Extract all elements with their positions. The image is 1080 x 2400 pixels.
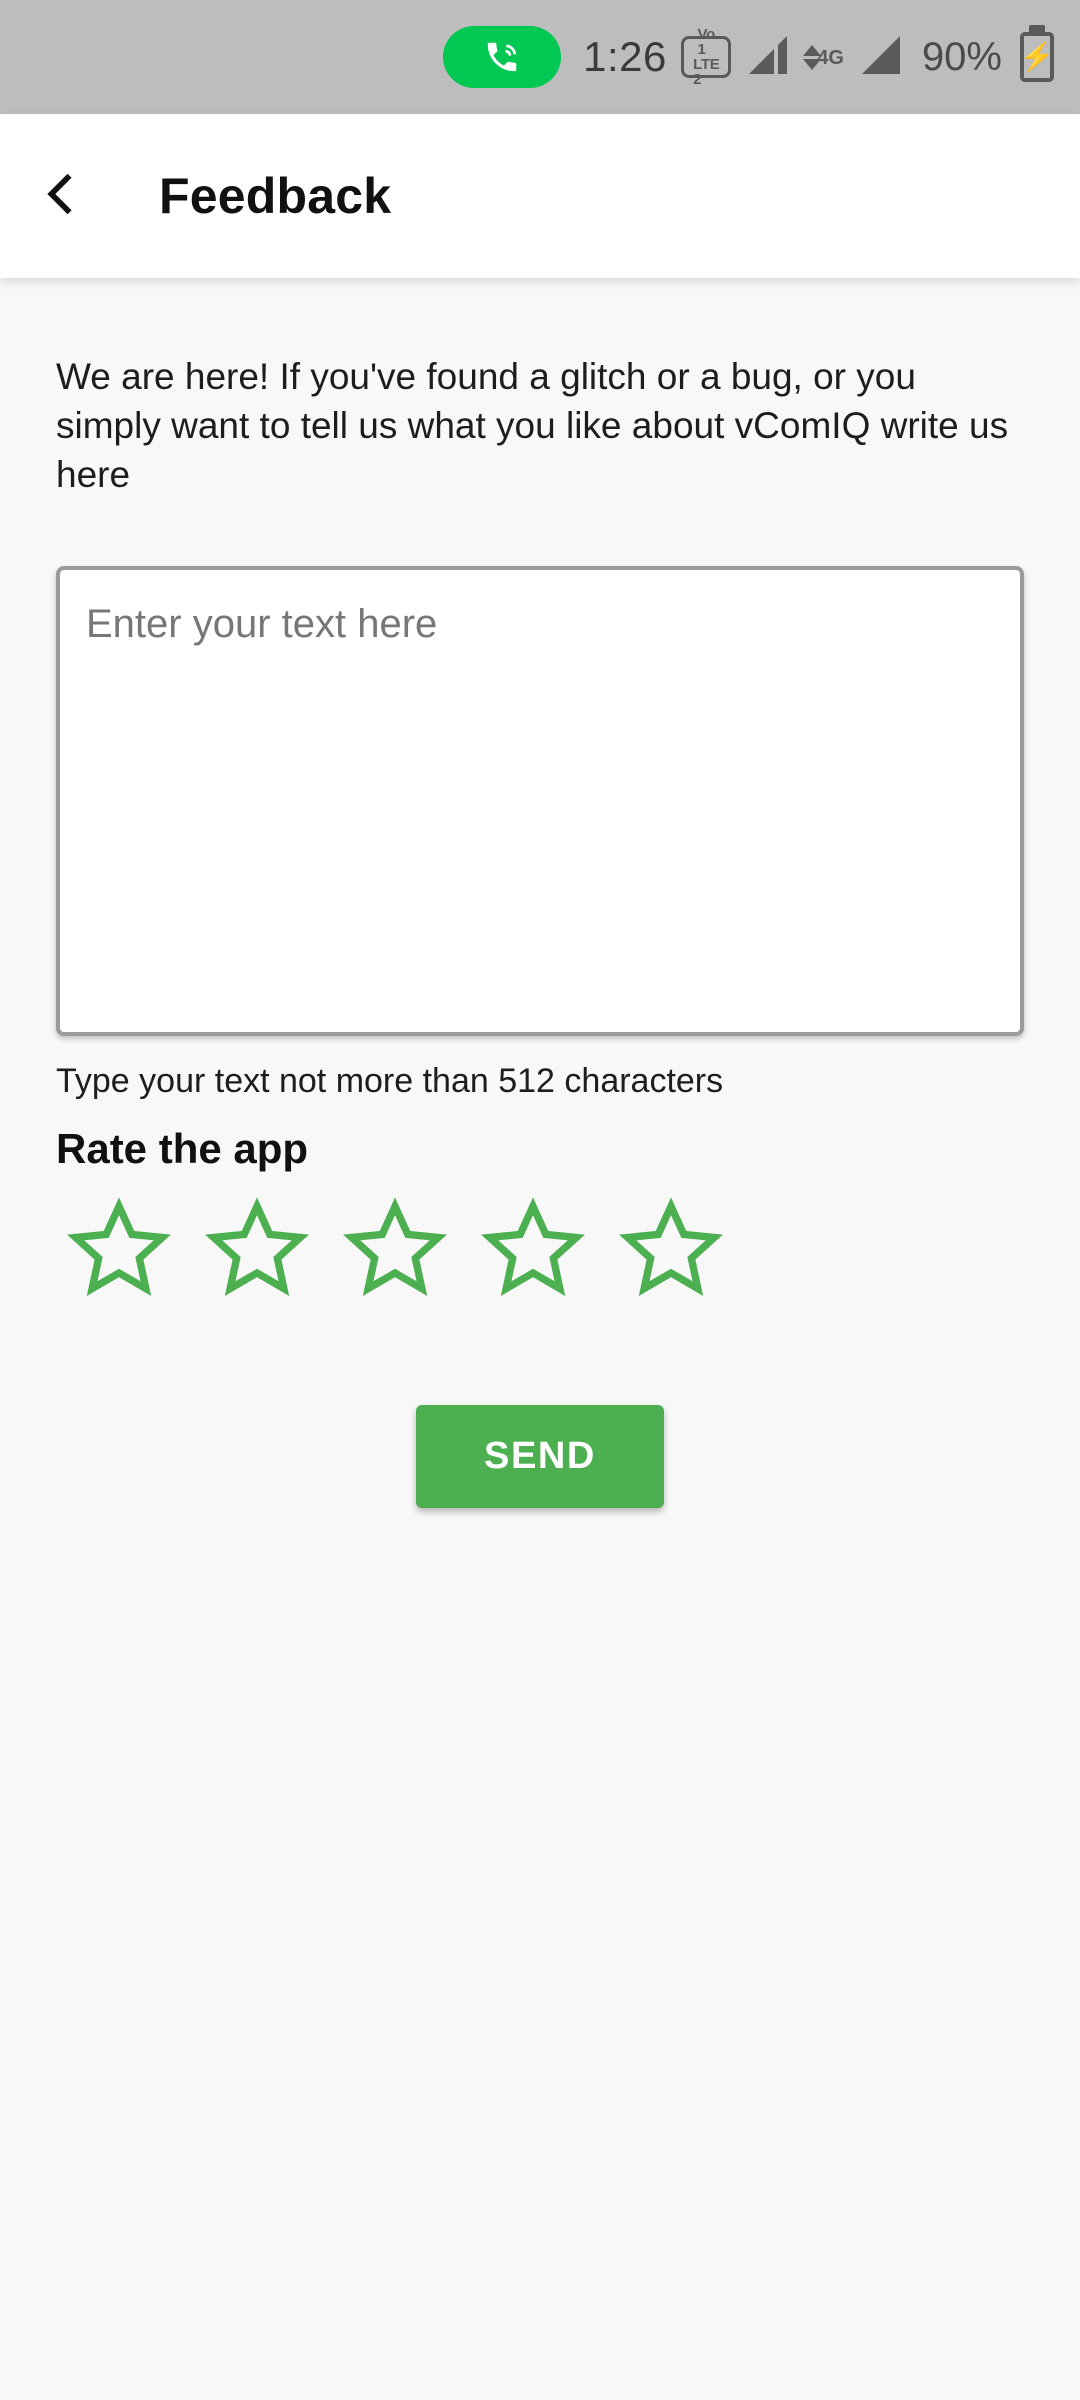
- feedback-input-container[interactable]: [56, 565, 1024, 1036]
- status-bar-icons: Vo 1 LTE 2 4G 90% ⚡: [681, 0, 1054, 114]
- rating-stars[interactable]: [52, 1191, 1024, 1309]
- character-limit-hint: Type your text not more than 512 charact…: [56, 1061, 724, 1100]
- star-outline-icon: [617, 1195, 725, 1304]
- rate-the-app-heading: Rate the app: [56, 1124, 309, 1172]
- back-button[interactable]: [0, 114, 120, 278]
- battery-percent-label: 90%: [921, 34, 1002, 79]
- feedback-screen: 1:26 Vo 1 LTE 2 4G 90% ⚡ Feedback We are…: [0, 0, 1080, 2400]
- star-outline-icon: [203, 1195, 311, 1304]
- network-type-label: 4G: [817, 46, 844, 69]
- feedback-input[interactable]: [86, 597, 994, 1004]
- rating-star-5[interactable]: [604, 1191, 738, 1309]
- main-content: We are here! If you've found a glitch or…: [0, 278, 1080, 1508]
- intro-text: We are here! If you've found a glitch or…: [56, 356, 1009, 496]
- status-bar-clock: 1:26: [583, 33, 667, 80]
- page-title: Feedback: [159, 168, 392, 224]
- chevron-left-icon: [34, 168, 86, 225]
- rating-star-2[interactable]: [190, 1191, 324, 1309]
- mobile-data-group: 4G: [803, 44, 844, 70]
- send-button[interactable]: SEND: [416, 1404, 664, 1508]
- status-bar: 1:26 Vo 1 LTE 2 4G 90% ⚡: [0, 0, 1080, 114]
- app-bar: Feedback: [0, 114, 1080, 278]
- send-button-row: SEND: [56, 1404, 1024, 1508]
- signal-bars-sim1-icon: [745, 34, 789, 81]
- rating-star-1[interactable]: [52, 1191, 186, 1309]
- phone-in-call-icon: [483, 38, 521, 76]
- active-call-pill[interactable]: [443, 26, 562, 88]
- rating-star-4[interactable]: [466, 1191, 600, 1309]
- rating-star-3[interactable]: [328, 1191, 462, 1309]
- battery-charging-icon: ⚡: [1020, 32, 1054, 82]
- volte-dual-sim-icon: Vo 1 LTE 2: [681, 27, 732, 87]
- star-outline-icon: [341, 1195, 449, 1304]
- star-outline-icon: [65, 1195, 173, 1304]
- signal-bars-sim2-icon: [858, 34, 902, 81]
- star-outline-icon: [479, 1195, 587, 1304]
